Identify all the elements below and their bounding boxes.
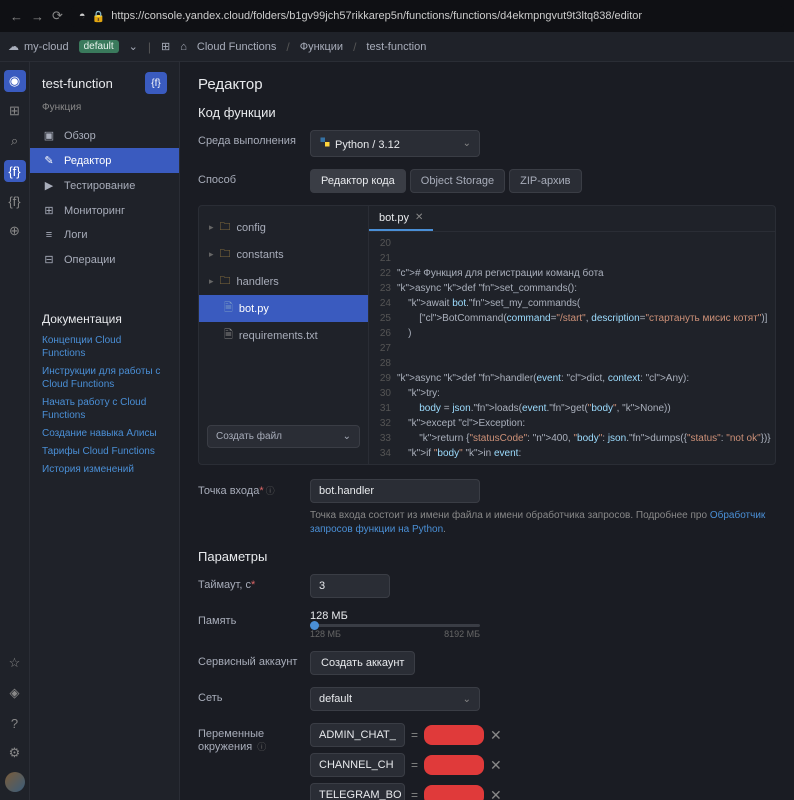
runtime-select[interactable]: Python / 3.12 ⌄ bbox=[310, 130, 480, 157]
sidebar-item-мониторинг[interactable]: ⊞Мониторинг bbox=[30, 198, 179, 223]
doc-link[interactable]: Концепции Cloud Functions bbox=[42, 334, 167, 360]
sidebar-item-редактор[interactable]: ✎Редактор bbox=[30, 148, 179, 173]
envvars-label: Переменные окружения ⓘ bbox=[198, 723, 298, 753]
delete-env-icon[interactable]: ✕ bbox=[490, 757, 502, 774]
sidebar-item-тестирование[interactable]: ▶Тестирование bbox=[30, 173, 179, 198]
method-tab[interactable]: Object Storage bbox=[410, 169, 505, 193]
browser-bar: ← → ⟳ ◓ 🔒 https://console.yandex.cloud/f… bbox=[0, 0, 794, 32]
shield-icon: ◓ bbox=[79, 10, 86, 22]
network-label: Сеть bbox=[198, 687, 298, 704]
url-text: https://console.yandex.cloud/folders/b1g… bbox=[111, 10, 642, 22]
url-box[interactable]: ◓ 🔒 https://console.yandex.cloud/folders… bbox=[71, 6, 784, 27]
close-icon[interactable]: ✕ bbox=[415, 212, 423, 223]
env-key-input[interactable]: CHANNEL_CH bbox=[310, 753, 405, 777]
rail-help-icon[interactable]: ? bbox=[4, 712, 26, 734]
tree-folder[interactable]: ▸🗀config bbox=[199, 214, 368, 241]
memory-slider[interactable] bbox=[310, 624, 480, 627]
method-tab[interactable]: Редактор кода bbox=[310, 169, 406, 193]
create-file-button[interactable]: Создать файл ⌄ bbox=[207, 425, 360, 448]
rail-grid-icon[interactable]: ⊞ bbox=[4, 100, 26, 122]
doc-link[interactable]: Начать работу с Cloud Functions bbox=[42, 396, 167, 422]
rail-code-icon[interactable]: {f} bbox=[4, 190, 26, 212]
doc-link[interactable]: Тарифы Cloud Functions bbox=[42, 445, 167, 458]
breadcrumb-section[interactable]: Функции bbox=[300, 41, 343, 53]
folder-badge[interactable]: default bbox=[79, 40, 119, 53]
sidebar: test-function {f} Функция ▣Обзор✎Редакто… bbox=[30, 62, 180, 800]
entrypoint-label: Точка входа*ⓘ bbox=[198, 479, 298, 497]
avatar[interactable] bbox=[5, 772, 25, 792]
env-value-redacted bbox=[424, 755, 484, 775]
env-value-redacted bbox=[424, 725, 484, 745]
lock-icon: 🔒 bbox=[92, 10, 106, 23]
memory-max: 8192 МБ bbox=[444, 629, 480, 639]
delete-env-icon[interactable]: ✕ bbox=[490, 787, 502, 800]
code-body[interactable]: 2021222324252627282930313233343536373839… bbox=[369, 232, 775, 464]
entrypoint-input[interactable]: bot.handler bbox=[310, 479, 480, 503]
rail-diamond-icon[interactable]: ◈ bbox=[4, 682, 26, 704]
sidebar-item-логи[interactable]: ≡Логи bbox=[30, 223, 179, 247]
grid-icon[interactable]: ⊞ bbox=[161, 40, 170, 53]
tree-file[interactable]: 🗎bot.py bbox=[199, 295, 368, 322]
content-area: Редактор Код функции Среда выполнения Py… bbox=[180, 62, 794, 800]
sidebar-title: test-function bbox=[42, 76, 113, 91]
delete-env-icon[interactable]: ✕ bbox=[490, 727, 502, 744]
function-badge: {f} bbox=[145, 72, 167, 94]
entrypoint-hint: Точка входа состоит из имени файла и име… bbox=[310, 509, 776, 537]
editor-tab[interactable]: bot.py ✕ bbox=[369, 206, 433, 231]
home-icon[interactable]: ⌂ bbox=[180, 41, 187, 53]
forward-icon[interactable]: → bbox=[31, 9, 44, 24]
sidebar-item-обзор[interactable]: ▣Обзор bbox=[30, 123, 179, 148]
file-tree: ▸🗀config▸🗀constants▸🗀handlers 🗎bot.py🗎re… bbox=[199, 206, 369, 464]
doc-link[interactable]: История изменений bbox=[42, 463, 167, 476]
icon-rail: ◉ ⊞ ⌕ {f} {f} ⊕ ☆ ◈ ? ⚙ bbox=[0, 62, 30, 800]
memory-label: Память bbox=[198, 610, 298, 627]
page-title: Редактор bbox=[198, 76, 776, 93]
editor-panel: ▸🗀config▸🗀constants▸🗀handlers 🗎bot.py🗎re… bbox=[198, 205, 776, 465]
chevron-down-icon[interactable]: ⌄ bbox=[129, 40, 138, 53]
memory-min: 128 МБ bbox=[310, 629, 341, 639]
docs-title: Документация bbox=[42, 312, 167, 326]
method-tab[interactable]: ZIP-архив bbox=[509, 169, 581, 193]
rail-home-icon[interactable]: ◉ bbox=[4, 70, 26, 92]
back-icon[interactable]: ← bbox=[10, 9, 23, 24]
rail-search-icon[interactable]: ⌕ bbox=[4, 130, 26, 152]
network-select[interactable]: default ⌄ bbox=[310, 687, 480, 711]
rail-settings-icon[interactable]: ⚙ bbox=[4, 742, 26, 764]
rail-star-icon[interactable]: ☆ bbox=[4, 652, 26, 674]
chevron-down-icon: ⌄ bbox=[463, 138, 471, 149]
method-label: Способ bbox=[198, 169, 298, 186]
reload-icon[interactable]: ⟳ bbox=[52, 8, 63, 24]
rail-db-icon[interactable]: ⊕ bbox=[4, 220, 26, 242]
tree-folder[interactable]: ▸🗀constants bbox=[199, 241, 368, 268]
create-account-button[interactable]: Создать аккаунт bbox=[310, 651, 415, 675]
env-value-redacted bbox=[424, 785, 484, 800]
sidebar-item-операции[interactable]: ⊟Операции bbox=[30, 247, 179, 272]
doc-link[interactable]: Создание навыка Алисы bbox=[42, 427, 167, 440]
rail-functions-icon[interactable]: {f} bbox=[4, 160, 26, 182]
breadcrumb-service[interactable]: Cloud Functions bbox=[197, 41, 277, 53]
env-key-input[interactable]: ADMIN_CHAT_ bbox=[310, 723, 405, 747]
timeout-label: Таймаут, с* bbox=[198, 574, 298, 591]
runtime-label: Среда выполнения bbox=[198, 130, 298, 147]
breadcrumb-item[interactable]: test-function bbox=[366, 41, 426, 53]
top-toolbar: ☁ my-cloud default ⌄ | ⊞ ⌂ Cloud Functio… bbox=[0, 32, 794, 62]
chevron-down-icon: ⌄ bbox=[463, 694, 471, 705]
memory-value: 128 МБ bbox=[310, 610, 480, 622]
sidebar-subtitle: Функция bbox=[30, 102, 179, 123]
tree-file[interactable]: 🗎requirements.txt bbox=[199, 322, 368, 349]
tree-folder[interactable]: ▸🗀handlers bbox=[199, 268, 368, 295]
code-section-title: Код функции bbox=[198, 105, 776, 120]
timeout-input[interactable]: 3 bbox=[310, 574, 390, 598]
env-key-input[interactable]: TELEGRAM_BO bbox=[310, 783, 405, 800]
params-title: Параметры bbox=[198, 549, 776, 564]
chevron-down-icon: ⌄ bbox=[343, 431, 351, 442]
breadcrumb-cloud[interactable]: ☁ my-cloud bbox=[8, 40, 69, 53]
doc-link[interactable]: Инструкции для работы с Cloud Functions bbox=[42, 365, 167, 391]
serviceacc-label: Сервисный аккаунт bbox=[198, 651, 298, 668]
